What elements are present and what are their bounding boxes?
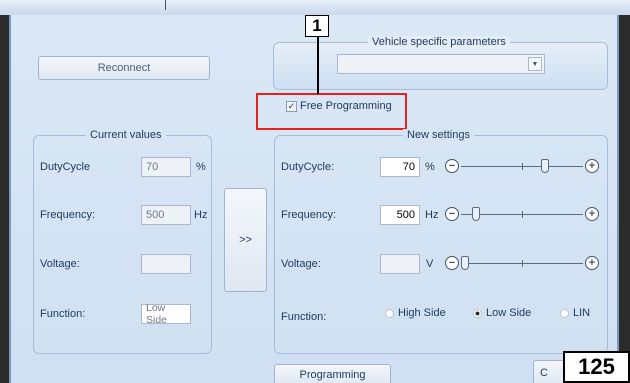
- highlight-box: [256, 93, 407, 130]
- new-freq-field[interactable]: 500: [380, 205, 420, 225]
- current-freq-unit: Hz: [194, 209, 208, 221]
- duty-slider[interactable]: − +: [445, 159, 599, 175]
- new-volt-field[interactable]: [380, 254, 420, 274]
- current-func-field: Low Side: [141, 302, 191, 326]
- current-duty-field: 70: [141, 157, 191, 177]
- current-freq-field: 500: [141, 205, 191, 225]
- vehicle-params-title: Vehicle specific parameters: [368, 36, 510, 48]
- current-func-label: Function:: [40, 308, 86, 320]
- radio-high-side-label: High Side: [398, 307, 446, 319]
- reconnect-button[interactable]: Reconnect: [38, 56, 210, 80]
- minus-icon[interactable]: −: [445, 159, 459, 173]
- new-duty-field[interactable]: 70: [380, 157, 420, 177]
- radio-low-side-label: Low Side: [486, 307, 532, 319]
- current-duty-unit: %: [196, 161, 206, 173]
- new-freq-unit: Hz: [425, 209, 439, 221]
- current-values-title: Current values: [86, 129, 166, 141]
- programming-button[interactable]: Programming: [274, 364, 391, 383]
- plus-icon[interactable]: +: [585, 159, 599, 173]
- title-bar: [0, 0, 630, 15]
- plus-icon[interactable]: +: [585, 256, 599, 270]
- new-volt-unit: V: [426, 258, 434, 270]
- current-volt-label: Voltage:: [40, 258, 80, 270]
- slider-thumb[interactable]: [472, 207, 481, 221]
- minus-icon[interactable]: −: [445, 207, 459, 221]
- slider-thumb[interactable]: [461, 256, 469, 270]
- radio-high-side[interactable]: High Side: [385, 307, 446, 319]
- new-volt-label: Voltage:: [281, 258, 321, 270]
- new-freq-label: Frequency:: [281, 209, 337, 221]
- radio-lin[interactable]: LIN: [560, 307, 590, 319]
- radio-indicator: [385, 308, 394, 318]
- new-func-label: Function:: [281, 311, 327, 323]
- new-duty-unit: %: [425, 161, 435, 173]
- radio-indicator: [473, 308, 482, 318]
- minus-icon[interactable]: −: [445, 256, 459, 270]
- frequency-slider[interactable]: − +: [445, 207, 599, 223]
- plus-icon[interactable]: +: [585, 207, 599, 221]
- current-duty-label: DutyCycle: [40, 161, 91, 173]
- vehicle-dropdown[interactable]: ▼: [337, 54, 545, 74]
- new-settings-title: New settings: [403, 129, 474, 141]
- chevron-down-icon[interactable]: ▼: [528, 57, 542, 71]
- current-freq-label: Frequency:: [40, 209, 96, 221]
- vehicle-params-group: Vehicle specific parameters ▼: [273, 36, 608, 90]
- slider-thumb[interactable]: [540, 159, 549, 173]
- new-duty-label: DutyCycle:: [281, 161, 335, 173]
- transfer-button[interactable]: >>: [224, 188, 267, 292]
- radio-indicator: [560, 308, 569, 318]
- voltage-slider[interactable]: − +: [445, 256, 599, 272]
- page-number: 125: [563, 351, 630, 383]
- current-volt-field: [141, 254, 191, 274]
- radio-low-side[interactable]: Low Side: [473, 307, 531, 319]
- callout-number: 1: [305, 15, 329, 37]
- radio-lin-label: LIN: [573, 307, 591, 319]
- callout-line: [317, 34, 319, 94]
